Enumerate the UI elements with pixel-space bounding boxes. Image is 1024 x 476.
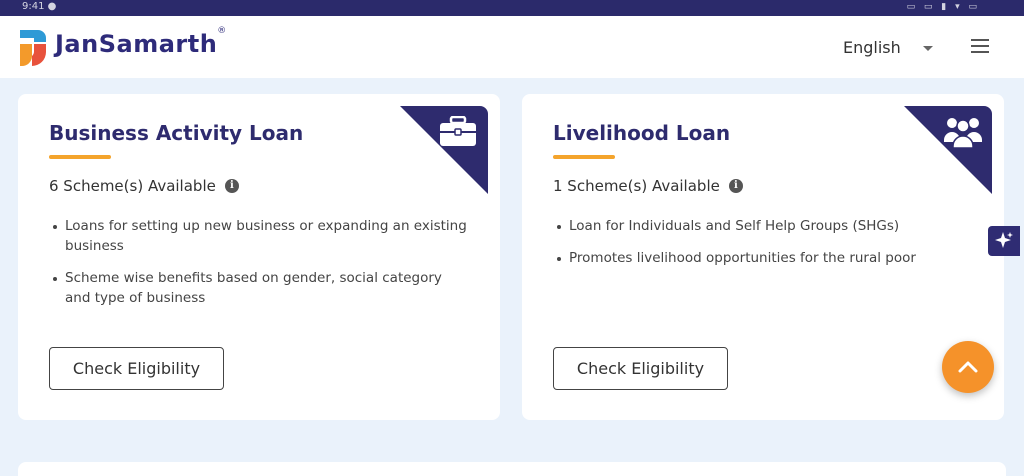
scroll-to-top-button[interactable] (942, 341, 994, 393)
sparkle-assistant-button[interactable] (988, 226, 1020, 256)
group-icon (944, 118, 982, 148)
feature-list: Loan for Individuals and Self Help Group… (555, 216, 975, 280)
feature-list: Loans for setting up new business or exp… (51, 216, 471, 320)
title-underline (49, 155, 111, 159)
info-icon[interactable]: i (728, 179, 743, 193)
title-underline (553, 155, 615, 159)
jansamarth-logo-icon[interactable] (16, 26, 50, 70)
status-time: 9:41 ● (22, 1, 57, 12)
check-eligibility-button[interactable]: Check Eligibility (49, 347, 224, 390)
card-title: Business Activity Loan (49, 121, 304, 145)
status-icons: ▭ ▭ ▮ ▾ ▭ (906, 2, 980, 12)
loan-card-livelihood: Livelihood Loan 1 Scheme(s) Available i … (522, 94, 1004, 420)
language-label: English (843, 38, 901, 57)
card-title: Livelihood Loan (553, 121, 731, 145)
schemes-available: 6 Scheme(s) Available i (49, 177, 239, 195)
loan-card-business-activity: Business Activity Loan 6 Scheme(s) Avail… (18, 94, 500, 420)
chevron-down-icon (922, 46, 933, 51)
app-header: JanSamarth® English (0, 16, 1024, 78)
check-eligibility-button[interactable]: Check Eligibility (553, 347, 728, 390)
info-icon[interactable]: i (224, 179, 239, 193)
logo-registered: ® (217, 26, 227, 36)
list-item: Loans for setting up new business or exp… (51, 216, 471, 256)
list-item: Promotes livelihood opportunities for th… (555, 248, 975, 268)
status-bar: 9:41 ● ▭ ▭ ▮ ▾ ▭ (0, 0, 1024, 16)
logo-text[interactable]: JanSamarth® (55, 26, 227, 58)
language-selector[interactable]: English (843, 38, 933, 57)
list-item: Scheme wise benefits based on gender, so… (51, 268, 471, 308)
chevron-up-icon (958, 361, 978, 373)
briefcase-icon (440, 116, 476, 146)
schemes-count: 1 Scheme(s) Available (553, 177, 720, 195)
logo-wordmark: JanSamarth (55, 30, 218, 58)
next-card-peek (18, 462, 1006, 476)
sparkle-icon (995, 232, 1013, 248)
list-item: Loan for Individuals and Self Help Group… (555, 216, 975, 236)
schemes-available: 1 Scheme(s) Available i (553, 177, 743, 195)
schemes-count: 6 Scheme(s) Available (49, 177, 216, 195)
hamburger-menu-icon[interactable] (971, 39, 989, 53)
